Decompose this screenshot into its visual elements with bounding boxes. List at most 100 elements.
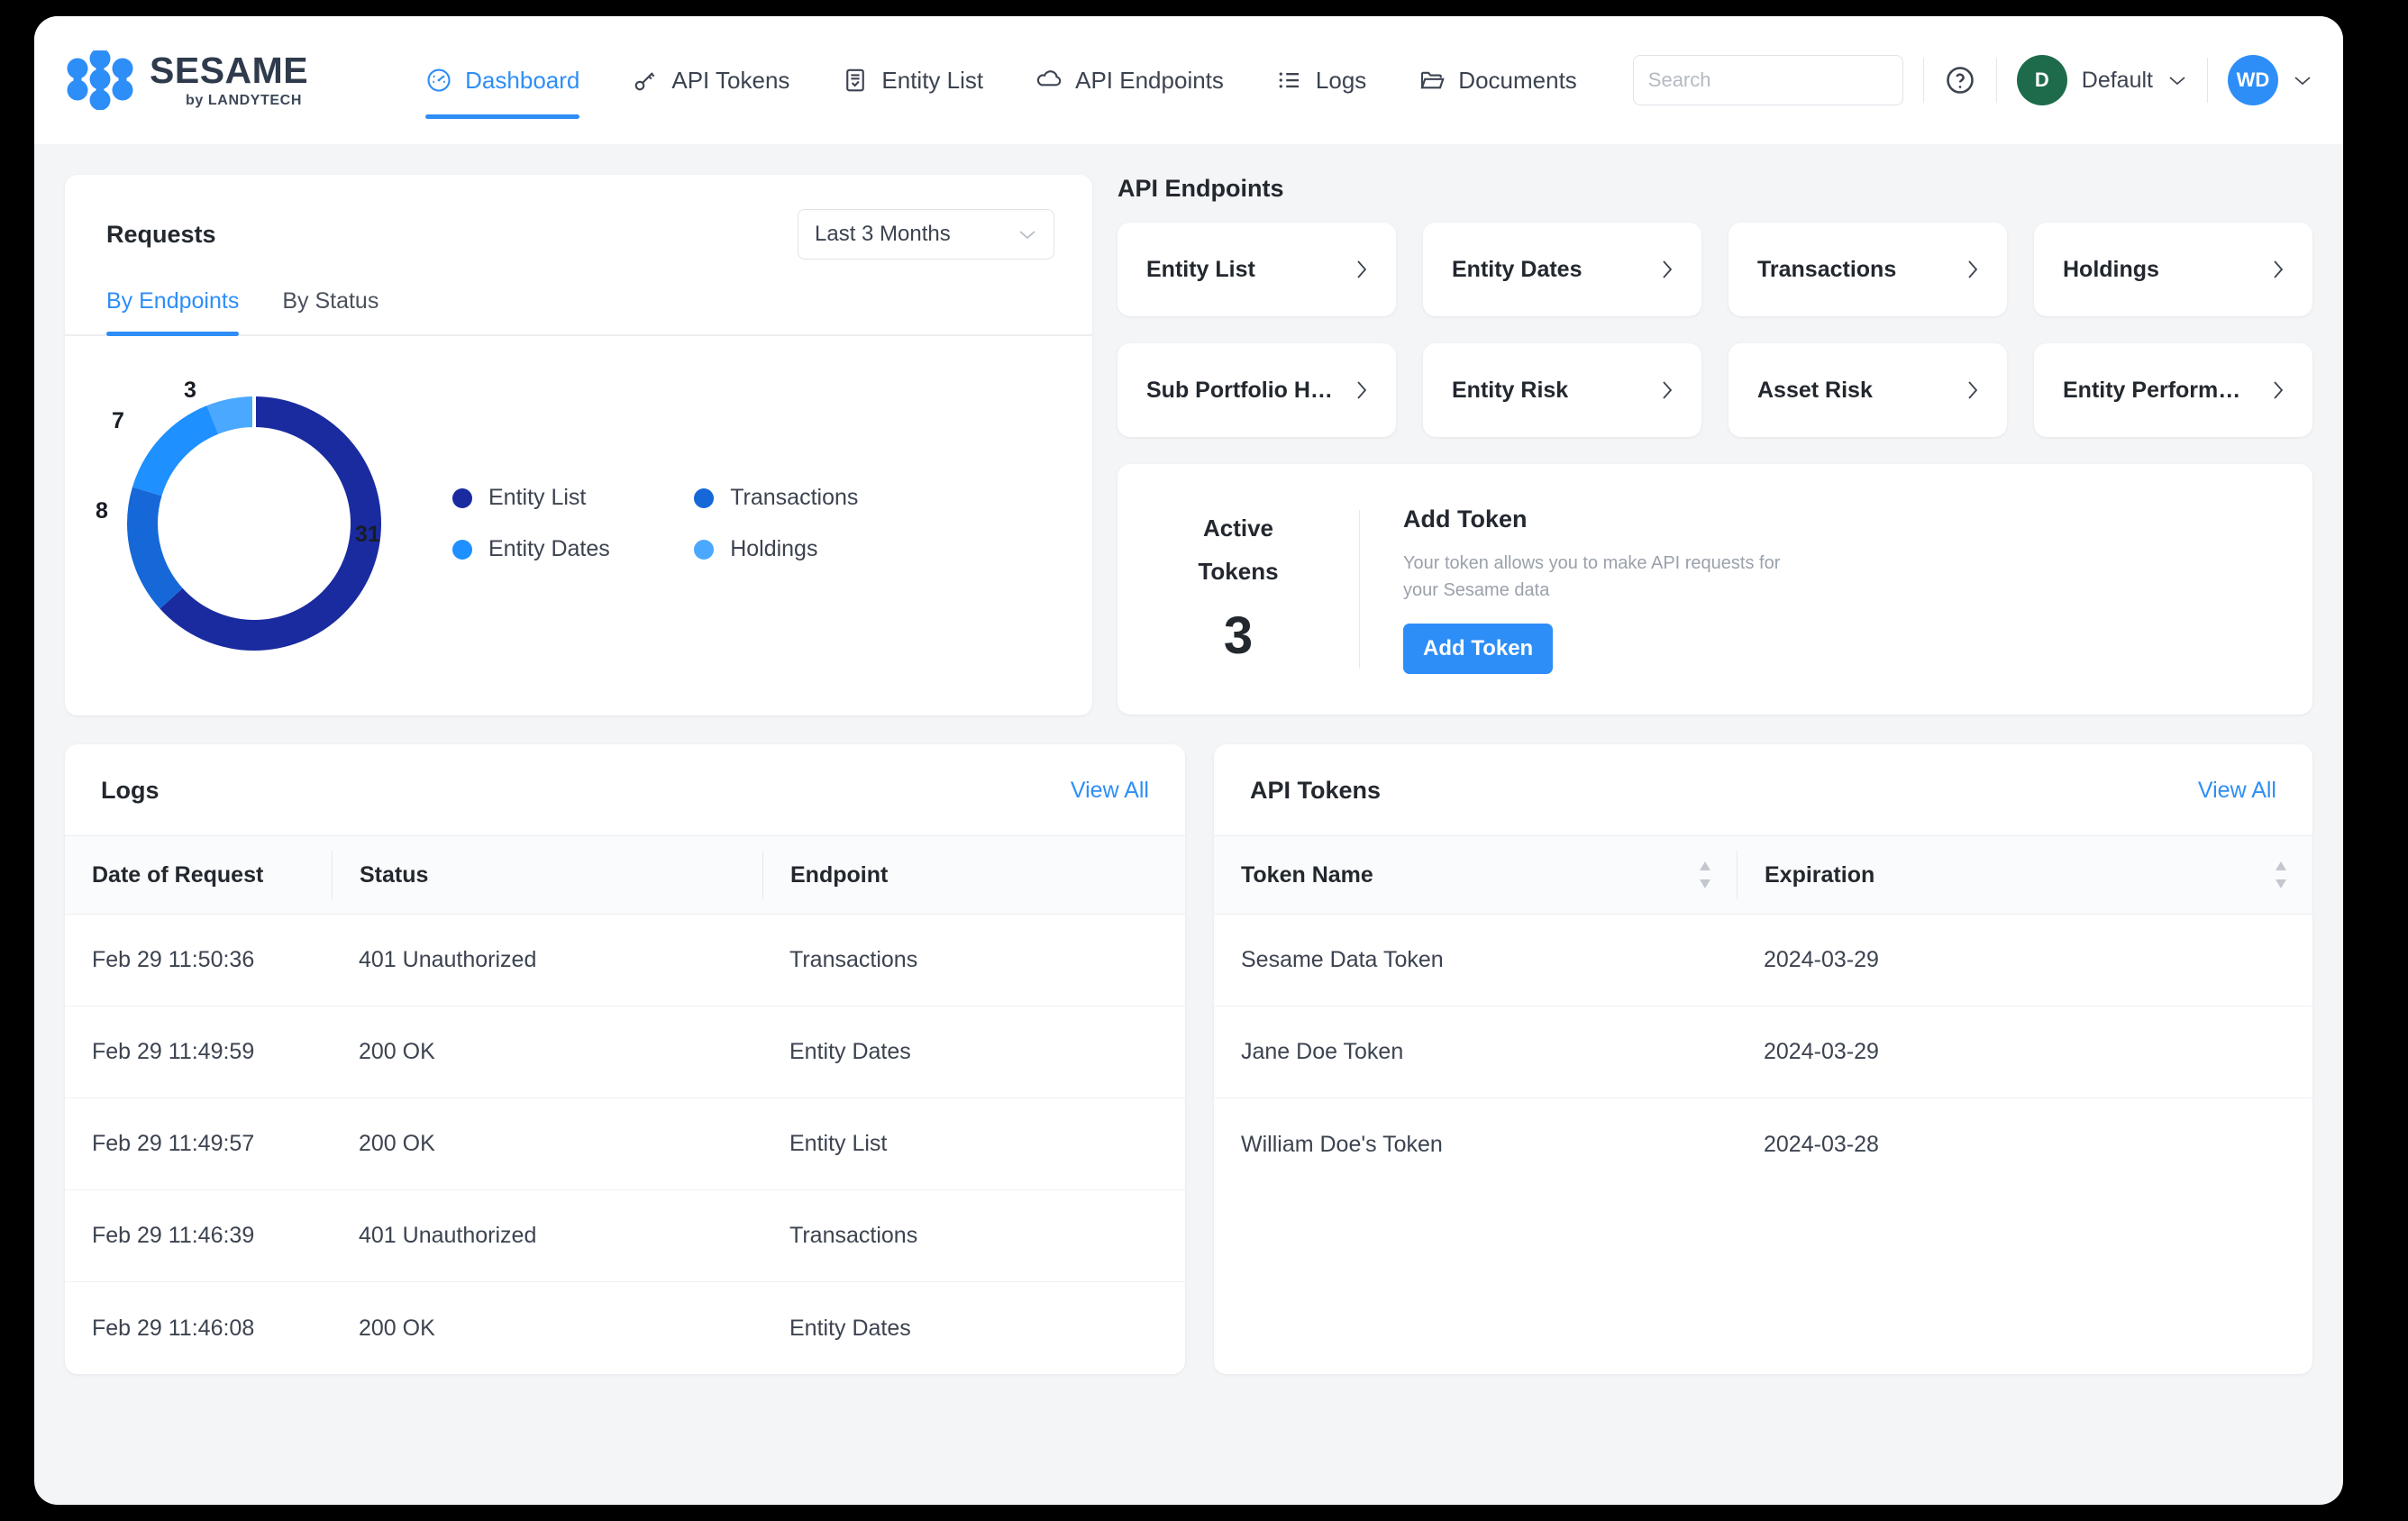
endpoint-card-holdings[interactable]: Holdings (2034, 223, 2312, 316)
token-name: Sesame Data Token (1214, 947, 1737, 973)
app-header: SESAME by LANDYTECH Dashboard API Tokens (34, 16, 2343, 144)
brand-logo[interactable]: SESAME by LANDYTECH (65, 50, 308, 110)
log-date: Feb 29 11:46:39 (65, 1223, 332, 1249)
speedometer-icon (425, 67, 452, 94)
endpoint-card-entity-performance[interactable]: Entity Perform… (2034, 343, 2312, 437)
logs-panel-header: Logs View All (65, 744, 1185, 835)
avatar: WD (2228, 55, 2278, 105)
table-row[interactable]: Feb 29 11:46:39 401 Unauthorized Transac… (65, 1190, 1185, 1282)
api-tokens-view-all-link[interactable]: View All (2198, 778, 2276, 804)
endpoint-label: Asset Risk (1757, 378, 1873, 404)
legend-dot-icon (694, 488, 714, 508)
nav-label: Entity List (881, 67, 983, 95)
column-header-status[interactable]: Status (332, 851, 762, 899)
header-actions: D Default WD (1633, 55, 2312, 105)
legend-item-entity-dates: Entity Dates (452, 536, 616, 562)
add-token-button[interactable]: Add Token (1403, 624, 1553, 674)
endpoint-card-asset-risk[interactable]: Asset Risk (1728, 343, 2007, 437)
nav-label: Documents (1458, 67, 1577, 95)
sort-arrows-icon[interactable] (2273, 860, 2289, 890)
token-expiration: 2024-03-29 (1737, 1039, 2312, 1065)
nav-item-logs[interactable]: Logs (1276, 16, 1366, 144)
api-tokens-table-header: Token Name Expiration (1214, 835, 2312, 915)
endpoint-card-entity-list[interactable]: Entity List (1117, 223, 1396, 316)
log-endpoint: Entity Dates (762, 1316, 1185, 1342)
requests-tabs: By Endpoints By Status (65, 288, 1092, 336)
chevron-right-icon (1353, 257, 1371, 282)
document-icon (842, 67, 869, 94)
active-tokens-label-line2: Tokens (1198, 556, 1278, 587)
question-circle-icon[interactable] (1944, 64, 1976, 96)
api-endpoints-grid: Entity List Entity Dates Transactions Ho… (1117, 223, 2312, 437)
log-status: 401 Unauthorized (332, 1223, 762, 1249)
donut-svg (119, 388, 389, 659)
active-tokens-summary: Active Tokens 3 (1117, 513, 1359, 665)
divider (1923, 58, 1924, 103)
divider (2207, 58, 2208, 103)
chevron-right-icon (1964, 257, 1982, 282)
org-switcher[interactable]: D Default (2017, 55, 2187, 105)
logs-table-header: Date of Request Status Endpoint (65, 835, 1185, 915)
sort-arrows-icon[interactable] (1697, 860, 1713, 890)
log-date: Feb 29 11:49:57 (65, 1131, 332, 1157)
nav-label: Dashboard (465, 67, 579, 95)
column-header-date[interactable]: Date of Request (65, 851, 332, 899)
table-row[interactable]: Feb 29 11:49:57 200 OK Entity List (65, 1098, 1185, 1190)
active-tokens-label-line1: Active (1203, 513, 1273, 544)
column-header-endpoint[interactable]: Endpoint (762, 851, 1185, 899)
legend-label: Entity Dates (488, 536, 610, 562)
token-name: Jane Doe Token (1214, 1039, 1737, 1065)
brand-text: SESAME by LANDYTECH (150, 52, 308, 108)
search-input[interactable] (1648, 68, 1908, 92)
active-tokens-card: Active Tokens 3 Add Token Your token all… (1117, 464, 2312, 715)
brand-tagline: by LANDYTECH (186, 94, 308, 108)
nav-item-api-tokens[interactable]: API Tokens (632, 16, 789, 144)
nav-item-api-endpoints[interactable]: API Endpoints (1035, 16, 1224, 144)
log-endpoint: Entity Dates (762, 1039, 1185, 1065)
bottom-row: Logs View All Date of Request Status End… (65, 744, 2312, 1374)
tab-by-status[interactable]: By Status (282, 288, 379, 334)
column-header-expiration[interactable]: Expiration (1737, 851, 2312, 899)
chevron-right-icon (1964, 378, 1982, 403)
log-status: 200 OK (332, 1131, 762, 1157)
top-row: Requests Last 3 Months By Endpoints By S… (65, 175, 2312, 715)
legend-item-holdings: Holdings (694, 536, 858, 562)
list-icon (1276, 67, 1303, 94)
table-row[interactable]: Jane Doe Token 2024-03-29 (1214, 1006, 2312, 1098)
chevron-right-icon (1658, 378, 1676, 403)
table-row[interactable]: Feb 29 11:50:36 401 Unauthorized Transac… (65, 915, 1185, 1006)
column-header-token-name[interactable]: Token Name (1214, 851, 1737, 899)
org-avatar: D (2017, 55, 2067, 105)
log-endpoint: Transactions (762, 1223, 1185, 1249)
table-row[interactable]: Feb 29 11:46:08 200 OK Entity Dates (65, 1282, 1185, 1374)
endpoint-card-entity-dates[interactable]: Entity Dates (1423, 223, 1701, 316)
donut-value-holdings: 3 (184, 378, 196, 404)
table-row[interactable]: William Doe's Token 2024-03-28 (1214, 1098, 2312, 1190)
nav-item-dashboard[interactable]: Dashboard (425, 16, 579, 144)
user-menu[interactable]: WD (2228, 55, 2312, 105)
endpoint-card-transactions[interactable]: Transactions (1728, 223, 2007, 316)
logs-panel: Logs View All Date of Request Status End… (65, 744, 1185, 1374)
nav-item-documents[interactable]: Documents (1418, 16, 1577, 144)
api-tokens-title: API Tokens (1250, 777, 1381, 805)
endpoint-label: Entity List (1146, 257, 1255, 283)
api-tokens-panel: API Tokens View All Token Name Expiratio… (1214, 744, 2312, 1374)
table-row[interactable]: Feb 29 11:49:59 200 OK Entity Dates (65, 1006, 1185, 1098)
donut-value-entity-list: 31 (355, 522, 380, 548)
endpoint-label: Entity Risk (1452, 378, 1568, 404)
endpoint-card-sub-portfolio-holdings[interactable]: Sub Portfolio H… (1117, 343, 1396, 437)
legend-item-entity-list: Entity List (452, 485, 616, 511)
search-box[interactable] (1633, 55, 1903, 105)
table-row[interactable]: Sesame Data Token 2024-03-29 (1214, 915, 2312, 1006)
period-select[interactable]: Last 3 Months (798, 209, 1054, 260)
main-navigation: Dashboard API Tokens Entity List (425, 16, 1629, 144)
nav-label: Logs (1316, 67, 1366, 95)
tab-by-endpoints[interactable]: By Endpoints (106, 288, 239, 334)
log-date: Feb 29 11:46:08 (65, 1316, 332, 1342)
endpoint-card-entity-risk[interactable]: Entity Risk (1423, 343, 1701, 437)
endpoints-column: API Endpoints Entity List Entity Dates T… (1117, 175, 2312, 715)
api-tokens-panel-header: API Tokens View All (1214, 744, 2312, 835)
logs-view-all-link[interactable]: View All (1071, 778, 1149, 804)
nav-item-entity-list[interactable]: Entity List (842, 16, 983, 144)
chevron-down-icon (2167, 74, 2187, 87)
